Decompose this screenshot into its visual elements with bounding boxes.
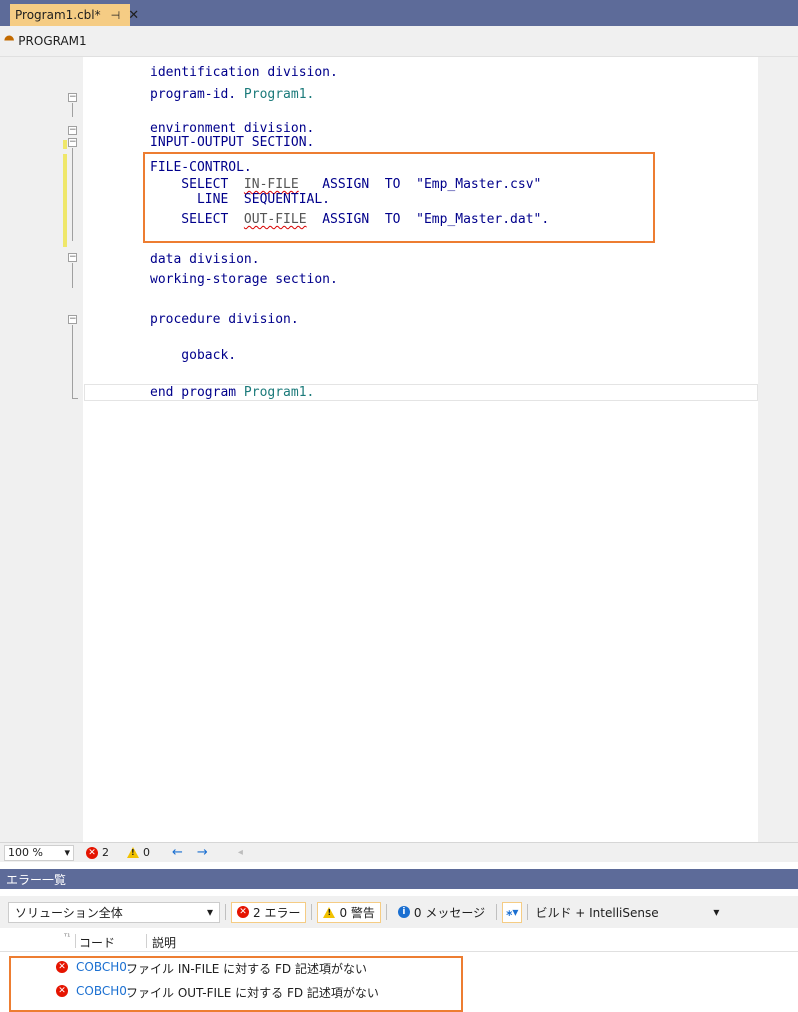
error-list-title-bar: エラー一覧 — [0, 869, 798, 889]
build-source-value: ビルド + IntelliSense — [535, 905, 659, 920]
code-token: Program1. — [243, 87, 315, 102]
errors-filter-button[interactable]: ✕ 2 エラー — [231, 901, 307, 923]
forward-arrow-icon[interactable]: → — [197, 845, 208, 860]
collapse-icon[interactable]: − — [68, 126, 77, 135]
outline-line — [72, 263, 73, 288]
document-tab-strip: Program1.cbl* ⊣ ✕ — [0, 0, 798, 26]
tab-program1-cbl[interactable]: Program1.cbl* ⊣ ✕ — [10, 4, 139, 26]
code-token: end program — [150, 385, 244, 400]
code-token: program-id. — [150, 87, 244, 102]
filter-icon: ⁎▾ — [506, 905, 519, 919]
code-line: environment division. — [150, 121, 315, 136]
errors-filter-label: 2 エラー — [253, 905, 301, 920]
code-line: end program Program1. — [150, 386, 314, 399]
warnings-filter-label: 0 警告 — [339, 905, 375, 920]
sort-icon[interactable]: ᵀ¹ — [64, 932, 70, 941]
vertical-scrollbar[interactable] — [758, 57, 798, 842]
change-indicator — [63, 140, 67, 149]
annotation-highlight-box — [9, 956, 463, 1012]
warnings-filter-button[interactable]: 0 警告 — [317, 901, 381, 923]
navigation-bar[interactable]: ⯊ PROGRAM1 — [0, 26, 798, 57]
tab-title: Program1.cbl* — [15, 8, 101, 22]
zoom-dropdown[interactable]: 100 % ▾ — [4, 844, 74, 861]
scope-dropdown[interactable]: ソリューション全体 ▾ — [8, 901, 220, 923]
code-line: INPUT-OUTPUT SECTION. — [150, 135, 315, 150]
chevron-down-icon: ▾ — [206, 905, 213, 919]
outline-line — [72, 148, 73, 241]
warning-icon[interactable] — [127, 847, 139, 858]
code-line: identification division. — [150, 65, 338, 80]
collapse-icon[interactable]: − — [68, 315, 77, 324]
build-source-dropdown[interactable]: ビルド + IntelliSense ▾ — [533, 902, 723, 923]
code-token: Program1. — [243, 385, 315, 400]
warning-count: 0 — [143, 846, 150, 859]
error-list-title: エラー一覧 — [6, 872, 67, 887]
outline-line — [72, 103, 73, 117]
error-list-toolbar: ソリューション全体 ▾ ✕ 2 エラー 0 警告 i 0 メッセージ ⁎▾ ビル… — [0, 896, 798, 928]
toolbar-separator — [496, 904, 498, 920]
outline-line — [72, 398, 78, 399]
chevron-down-icon: ▾ — [64, 846, 70, 859]
messages-filter-button[interactable]: i 0 メッセージ — [392, 902, 491, 923]
collapse-icon[interactable]: − — [68, 93, 77, 102]
scroll-left-icon[interactable]: ◂ — [238, 847, 243, 858]
messages-filter-label: 0 メッセージ — [413, 905, 486, 920]
code-line: data division. — [150, 252, 260, 267]
error-list-column-header: ᵀ¹ コード 説明 — [0, 930, 798, 952]
code-line: program-id. Program1. — [150, 88, 314, 101]
change-indicator — [63, 154, 67, 247]
toolbar-separator — [311, 904, 313, 920]
error-icon[interactable]: ✕ — [86, 846, 98, 859]
pin-icon[interactable]: ⊣ — [111, 9, 121, 22]
code-line: working-storage section. — [150, 272, 338, 287]
program-icon: ⯊ — [4, 33, 15, 49]
zoom-value: 100 % — [8, 846, 43, 859]
toolbar-separator — [527, 904, 529, 920]
collapse-icon[interactable]: − — [68, 253, 77, 262]
close-icon[interactable]: ✕ — [128, 8, 139, 23]
navigation-program-label: PROGRAM1 — [18, 34, 87, 48]
warning-icon — [323, 906, 336, 918]
outline-line — [72, 325, 73, 399]
code-line: procedure division. — [150, 312, 299, 327]
filter-button[interactable]: ⁎▾ — [502, 901, 523, 923]
collapse-icon[interactable]: − — [68, 138, 77, 147]
editor-glyph-margin — [0, 57, 33, 842]
annotation-highlight-box — [143, 152, 655, 243]
code-line: goback. — [150, 348, 237, 363]
editor-gutter — [33, 57, 83, 842]
column-divider — [146, 934, 147, 948]
info-icon: i — [397, 906, 410, 918]
back-arrow-icon[interactable]: ← — [172, 845, 183, 860]
column-header-code[interactable]: コード — [79, 934, 115, 951]
error-icon: ✕ — [237, 906, 249, 918]
column-divider — [75, 934, 76, 948]
column-header-description[interactable]: 説明 — [152, 934, 176, 951]
editor-status-bar: 100 % ▾ ✕ 2 0 ← → ◂ — [0, 842, 798, 862]
toolbar-separator — [225, 904, 226, 920]
scope-value: ソリューション全体 — [15, 905, 123, 920]
code-editor[interactable]: − − − − − identification division. progr… — [0, 57, 798, 842]
error-count: 2 — [102, 846, 109, 859]
chevron-down-icon: ▾ — [713, 905, 720, 919]
toolbar-separator — [385, 904, 387, 920]
